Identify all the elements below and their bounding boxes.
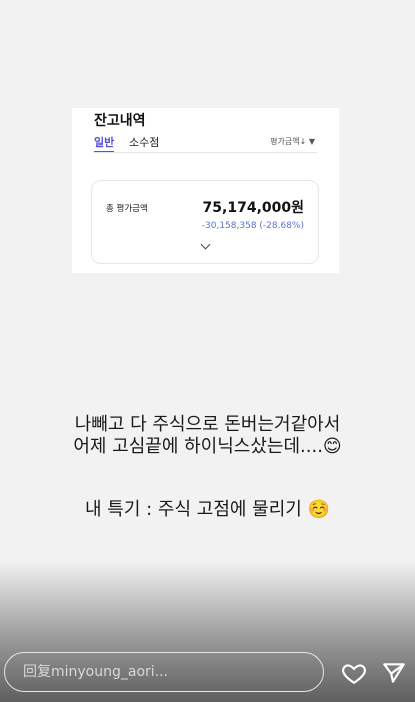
heart-icon[interactable]: [341, 660, 367, 686]
tab-general[interactable]: 일반: [94, 134, 114, 150]
send-icon[interactable]: [381, 660, 407, 686]
total-summary-box: 총 평가금액 75,174,000원 -30,158,358 (-28.68%): [91, 180, 319, 264]
total-value: 75,174,000원: [202, 200, 304, 216]
card-title: 잔고내역: [94, 113, 146, 129]
sort-dropdown[interactable]: 평가금액↓ ▼: [270, 136, 315, 147]
chevron-down-icon[interactable]: [200, 239, 211, 250]
total-label: 총 평가금액: [106, 204, 148, 214]
tabs-divider: [94, 152, 317, 153]
balance-card: 잔고내역 일반 소수점 평가금액↓ ▼ 총 평가금액 75,174,000원 -…: [72, 108, 339, 273]
caption-line-3: 내 특기 : 주식 고점에 물리기 ☺️: [85, 499, 330, 520]
caption-line-2: 어제 고심끝에 하이닉스샀는데....😊: [73, 436, 342, 457]
reply-input[interactable]: 回复minyoung_aori...: [4, 652, 324, 692]
tab-decimal[interactable]: 소수점: [129, 134, 159, 150]
total-change: -30,158,358 (-28.68%): [201, 221, 304, 231]
